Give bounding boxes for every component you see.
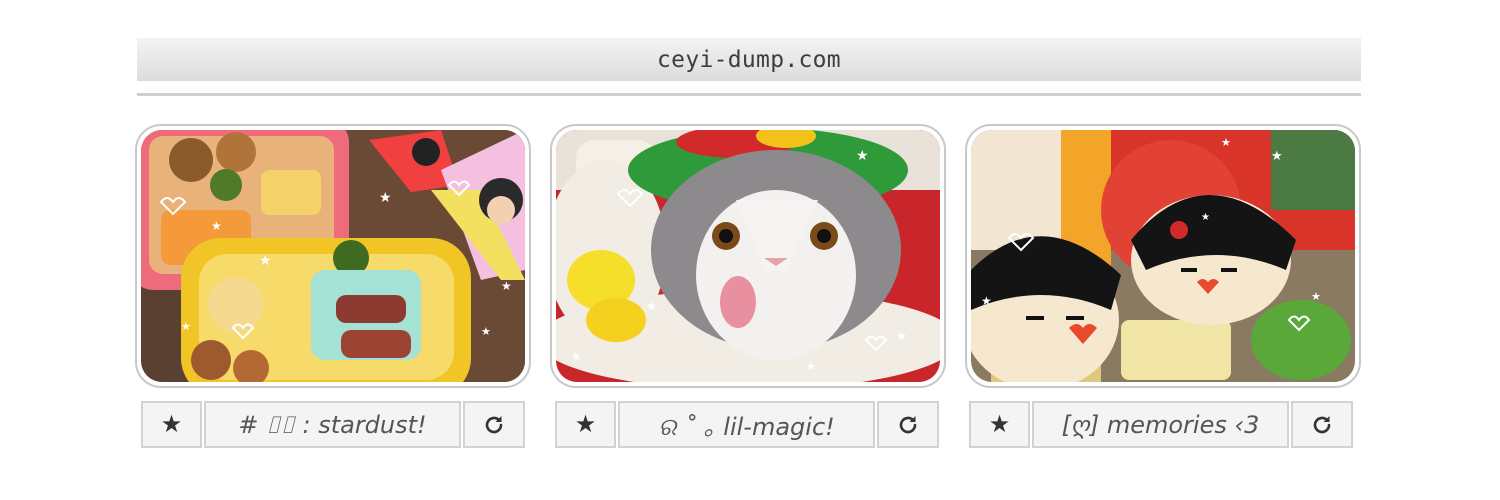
star-icon[interactable]: ★ <box>969 401 1030 448</box>
svg-text:★: ★ <box>181 321 191 333</box>
plush-dolls-photo: ★ ★ ★ ★ ★ <box>971 130 1355 382</box>
photo-card-plush: ★ ★ ★ ★ ★ <box>965 124 1361 388</box>
caption-bar-2: ★ ର ˚ ｡ lil-magic! <box>555 401 939 448</box>
svg-text:★: ★ <box>1271 148 1283 163</box>
photo-card-bento: ★ ★ ★ ★ ★ ★ <box>135 124 531 388</box>
svg-text:★: ★ <box>1201 212 1210 223</box>
bento-lunchbox-photo: ★ ★ ★ ★ ★ ★ <box>141 130 525 382</box>
banner: ceyi-dump.com ★ ★ ★ ★ ★ ★ ★ ★ ★ ★ ★ ★ ★ … <box>0 0 1500 500</box>
reload-icon[interactable] <box>463 401 525 448</box>
star-icon[interactable]: ★ <box>555 401 616 448</box>
svg-text:★: ★ <box>981 294 992 308</box>
reload-icon[interactable] <box>1291 401 1353 448</box>
svg-text:★: ★ <box>259 252 272 268</box>
address-bar[interactable]: ceyi-dump.com <box>137 38 1361 81</box>
svg-text:★: ★ <box>1311 291 1321 303</box>
svg-text:★: ★ <box>571 351 581 363</box>
svg-text:★: ★ <box>211 219 222 233</box>
divider <box>137 93 1361 96</box>
cat-in-christmas-hat-photo: ★ ★ ★ ★ ★ <box>556 130 940 382</box>
svg-text:★: ★ <box>646 299 657 313</box>
photo-card-cat: ★ ★ ★ ★ ★ <box>550 124 946 388</box>
url-text: ceyi-dump.com <box>657 46 841 73</box>
svg-text:★: ★ <box>379 189 392 205</box>
caption-bar-3: ★ [ღ] memories ‹3 <box>969 401 1353 448</box>
svg-text:★: ★ <box>501 279 512 293</box>
reload-icon[interactable] <box>877 401 939 448</box>
star-icon[interactable]: ★ <box>141 401 202 448</box>
caption-label: ର ˚ ｡ lil-magic! <box>618 401 875 448</box>
svg-text:★: ★ <box>806 361 816 373</box>
caption-label: [ღ] memories ‹3 <box>1032 401 1289 448</box>
svg-text:★: ★ <box>481 326 491 338</box>
svg-text:★: ★ <box>1221 137 1231 149</box>
caption-bar-1: ★ # ⌷⌷ : stardust! <box>141 401 525 448</box>
caption-label: # ⌷⌷ : stardust! <box>204 401 461 448</box>
svg-text:★: ★ <box>856 147 869 163</box>
svg-text:★: ★ <box>896 329 907 343</box>
